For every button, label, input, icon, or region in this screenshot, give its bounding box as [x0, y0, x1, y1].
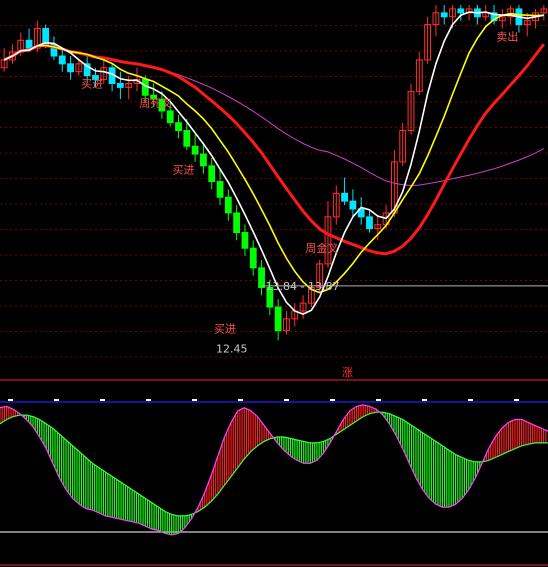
- oscillator-fast-line: [0, 404, 548, 536]
- signal-annotation: 买进: [173, 164, 195, 177]
- candle-body: [183, 130, 191, 147]
- candle-body: [241, 232, 249, 249]
- candle-body: [116, 82, 124, 88]
- ma-line-white: [3, 11, 544, 315]
- candle-body: [42, 28, 50, 45]
- top-line-marker: [284, 399, 289, 401]
- candle-body: [274, 306, 282, 332]
- top-line-marker: [146, 399, 151, 401]
- top-line-marker: [192, 399, 197, 401]
- candle-body: [191, 145, 199, 155]
- signal-annotation: 买进: [214, 323, 236, 336]
- candle-body: [349, 200, 357, 210]
- candle-body: [208, 165, 216, 183]
- candle-body: [67, 63, 74, 73]
- top-line-marker: [468, 399, 473, 401]
- oscillator-panel: [0, 399, 548, 566]
- candle-body: [440, 12, 448, 18]
- candle-body: [366, 216, 373, 230]
- signal-annotation: 周金叉: [305, 241, 338, 255]
- top-line-marker: [238, 399, 243, 401]
- top-line-marker: [100, 399, 105, 401]
- stock-chart: 13.84 - 13.8712.45买进周死叉买进周金叉买进卖出涨: [0, 5, 548, 566]
- price-panel: 13.84 - 13.8712.45买进周死叉买进周金叉买进卖出涨: [0, 5, 548, 381]
- candle-body: [25, 39, 33, 49]
- candle-body: [249, 247, 257, 269]
- top-line-marker: [8, 399, 13, 401]
- top-line-marker: [54, 399, 59, 401]
- candle-body: [258, 267, 265, 288]
- top-line-marker: [422, 399, 427, 401]
- signal-annotation: 卖出: [496, 29, 518, 43]
- candle-body: [58, 55, 66, 65]
- top-line-marker: [376, 399, 381, 401]
- top-line-marker: [514, 399, 519, 401]
- signal-annotation: 买进: [81, 77, 103, 90]
- top-line-marker: [330, 399, 335, 401]
- candle-body: [233, 212, 241, 234]
- rise-badge: 涨: [342, 366, 353, 379]
- candle-body: [175, 122, 182, 132]
- candle-body: [166, 110, 174, 124]
- candle-body: [341, 192, 348, 202]
- low-price-label: 12.45: [216, 342, 248, 355]
- candle-body: [216, 181, 224, 198]
- candle-body: [224, 196, 232, 214]
- candle-body: [457, 8, 465, 14]
- candle-body: [200, 153, 207, 167]
- oscillator-slow-line: [0, 411, 548, 517]
- price-reference-label: 13.84 - 13.87: [266, 280, 340, 293]
- signal-annotation: 周死叉: [139, 97, 172, 110]
